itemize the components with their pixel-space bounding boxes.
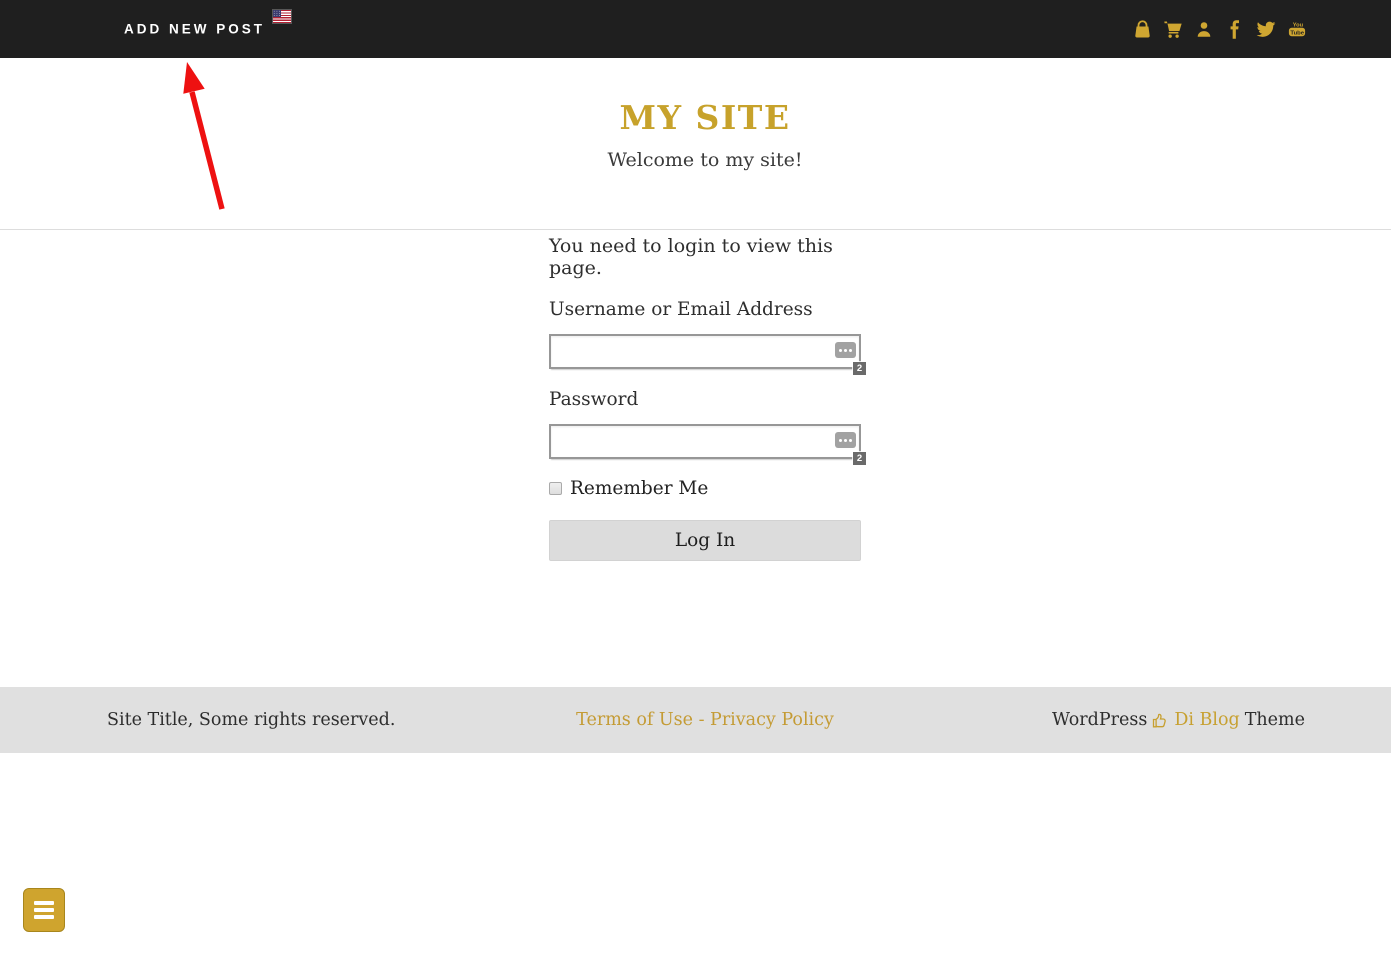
log-in-button[interactable]: Log In [549, 520, 861, 561]
footer-links: Terms of Use - Privacy Policy [576, 710, 834, 730]
privacy-policy-link[interactable]: Privacy Policy [710, 710, 834, 730]
username-label: Username or Email Address [549, 299, 861, 320]
twitter-icon[interactable] [1256, 19, 1276, 39]
di-blog-theme-link[interactable]: Di Blog [1174, 710, 1239, 730]
footer-copyright: Site Title, Some rights reserved. [107, 710, 395, 730]
thumbs-up-icon [1152, 712, 1169, 729]
login-form: You need to login to view this page. Use… [549, 231, 861, 561]
username-input[interactable] [549, 334, 861, 369]
social-icon-bar: You Tube [1132, 0, 1307, 58]
site-title-link[interactable]: MY SITE [19, 98, 1391, 137]
hamburger-menu-icon [34, 915, 54, 919]
hamburger-menu-icon [34, 901, 54, 905]
wordpress-text: WordPress [1052, 710, 1147, 730]
main-content: You need to login to view this page. Use… [0, 231, 1391, 687]
site-tagline: Welcome to my site! [19, 149, 1391, 171]
hamburger-menu-button[interactable] [23, 888, 65, 932]
username-input-wrap: 2 [549, 334, 861, 369]
add-new-post-link[interactable]: ADD NEW POST [124, 22, 265, 37]
autofill-count-badge: 2 [853, 362, 866, 375]
remember-me-row: Remember Me [549, 478, 861, 499]
us-flag-icon[interactable] [273, 10, 291, 23]
password-label: Password [549, 389, 861, 410]
youtube-icon[interactable]: You Tube [1287, 19, 1307, 39]
remember-me-checkbox[interactable] [549, 482, 562, 495]
footer-link-separator: - [693, 710, 710, 730]
facebook-icon[interactable] [1225, 19, 1245, 39]
password-input-wrap: 2 [549, 424, 861, 459]
password-manager-autofill-icon[interactable] [835, 432, 856, 448]
login-required-notice: You need to login to view this page. [549, 235, 861, 279]
svg-text:Tube: Tube [1290, 30, 1304, 36]
site-header: MY SITE Welcome to my site! [0, 58, 1391, 230]
hamburger-menu-icon [34, 908, 54, 912]
password-input[interactable] [549, 424, 861, 459]
top-navigation-bar: ADD NEW POST [0, 0, 1391, 58]
terms-of-use-link[interactable]: Terms of Use [576, 710, 693, 730]
footer-credit: WordPress Di Blog Theme [1052, 710, 1305, 730]
site-footer: Site Title, Some rights reserved. Terms … [0, 687, 1391, 753]
remember-me-label: Remember Me [570, 478, 708, 499]
theme-text: Theme [1245, 710, 1305, 730]
shopping-cart-icon[interactable] [1163, 19, 1183, 39]
password-manager-autofill-icon[interactable] [835, 342, 856, 358]
autofill-count-badge: 2 [853, 452, 866, 465]
user-icon[interactable] [1194, 19, 1214, 39]
shopping-bag-icon[interactable] [1132, 19, 1152, 39]
